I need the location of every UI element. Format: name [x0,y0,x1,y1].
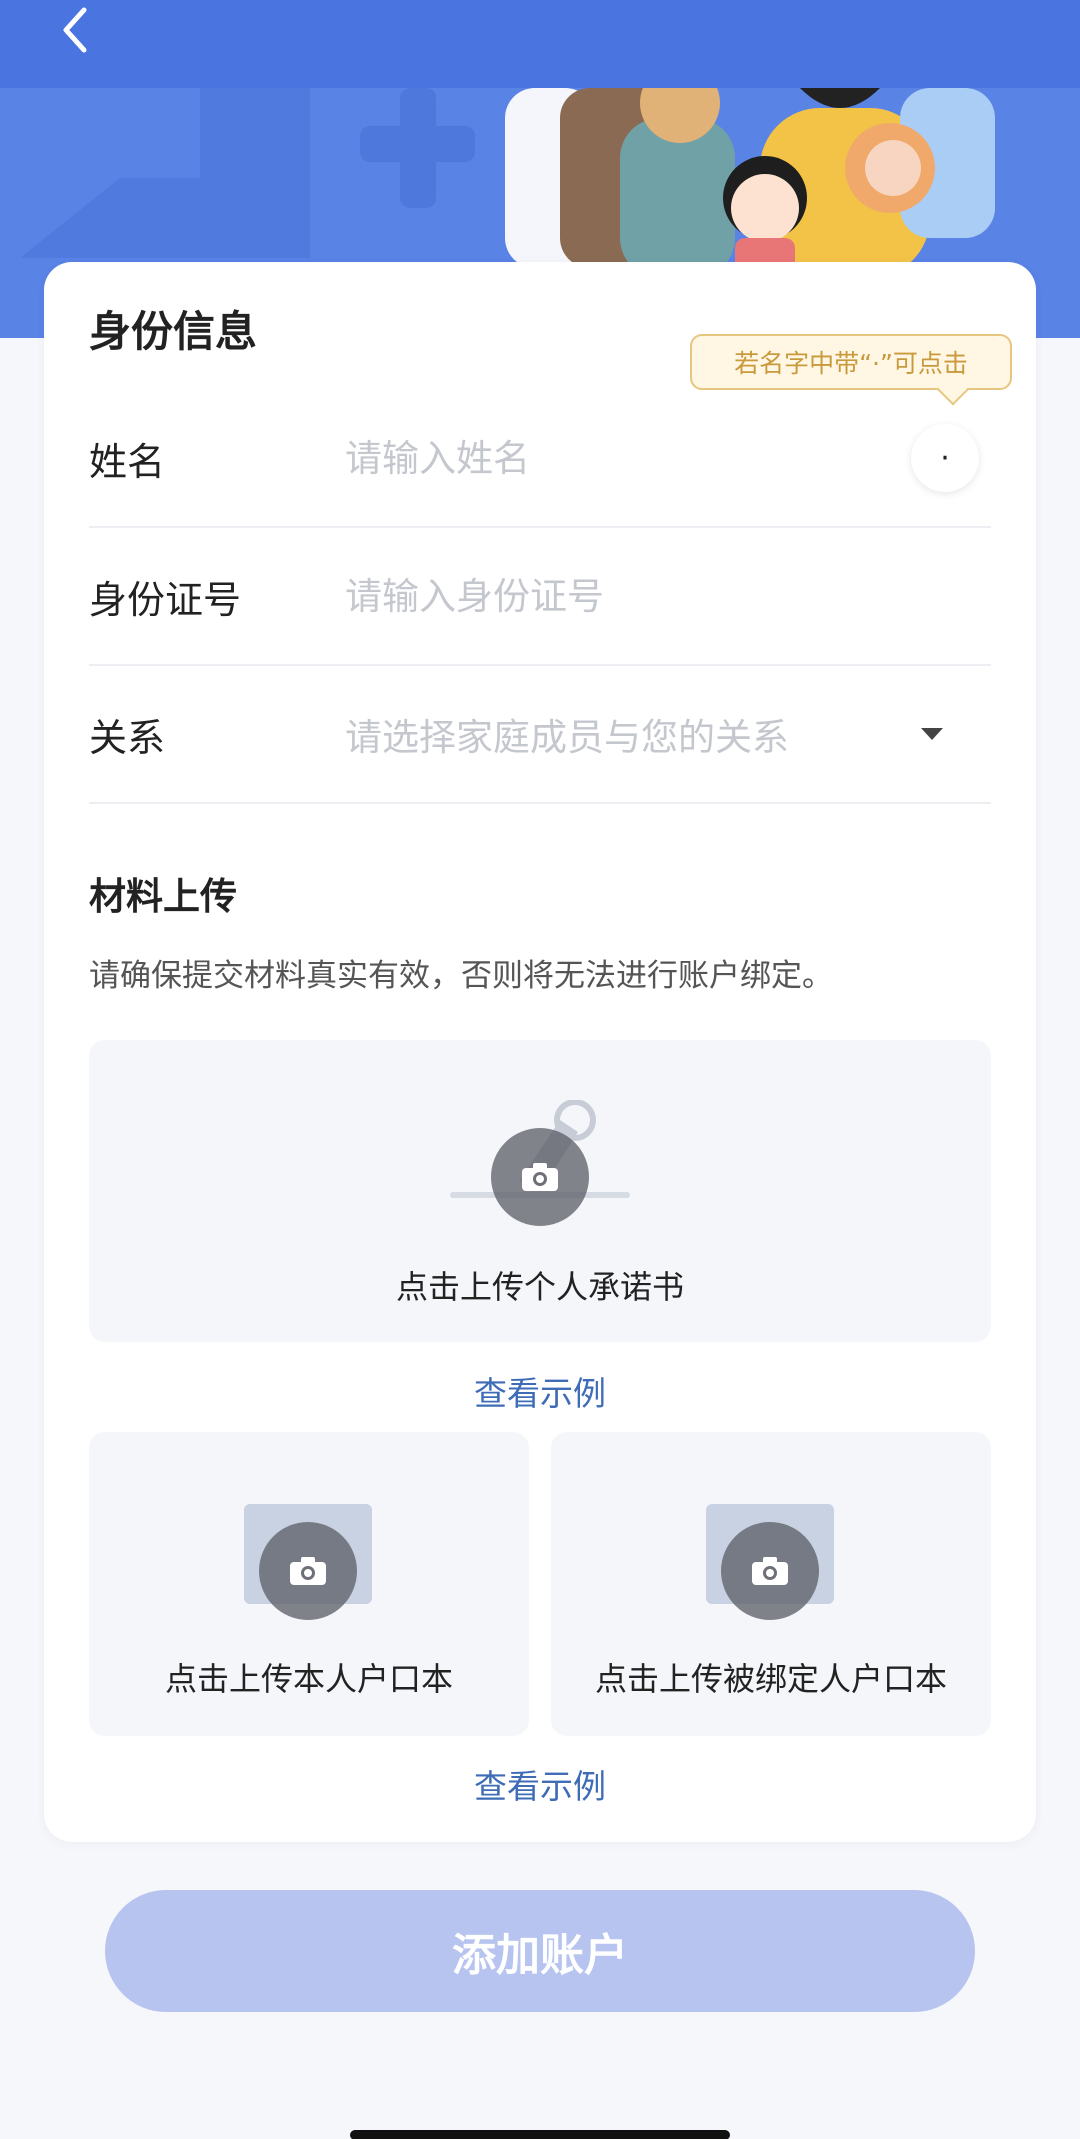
camera-icon [259,1522,357,1620]
view-example-link-2[interactable]: 查看示例 [0,1760,1080,1808]
id-number-label: 身份证号 [89,577,242,622]
name-label: 姓名 [89,439,166,484]
camera-icon [721,1522,819,1620]
upload-household-bound-label: 点击上传被绑定人户口本 [594,1660,947,1698]
insert-dot-button[interactable]: · [911,424,979,492]
add-account-button[interactable]: 添加账户 [105,1890,975,2012]
upload-commitment-box[interactable]: 点击上传个人承诺书 [89,1040,991,1342]
upload-commitment-label: 点击上传个人承诺书 [395,1268,684,1306]
id-number-input[interactable] [345,574,991,618]
chevron-left-icon [63,7,87,53]
section-title-materials: 材料上传 [89,875,237,918]
upload-household-self-box[interactable]: 点击上传本人户口本 [89,1432,529,1736]
back-button[interactable] [44,0,104,60]
view-example-link-1[interactable]: 查看示例 [0,1367,1080,1415]
relation-select[interactable]: 关系 请选择家庭成员与您的关系 [89,666,991,804]
home-indicator [350,2130,730,2139]
caret-down-icon [921,728,943,740]
materials-note: 请确保提交材料真实有效，否则将无法进行账户绑定。 [89,958,833,994]
name-row: 姓名 · [89,390,991,528]
upload-household-bound-box[interactable]: 点击上传被绑定人户口本 [551,1432,991,1736]
dot-tip-bubble: 若名字中带“·”可点击 [690,334,1012,390]
name-input[interactable] [345,436,991,480]
section-title-identity: 身份信息 [89,307,258,356]
camera-icon [491,1128,589,1226]
relation-label: 关系 [89,715,166,760]
upload-household-self-label: 点击上传本人户口本 [164,1660,453,1698]
top-bar [0,0,1080,88]
id-number-row: 身份证号 [89,528,991,666]
relation-placeholder: 请选择家庭成员与您的关系 [345,716,789,759]
